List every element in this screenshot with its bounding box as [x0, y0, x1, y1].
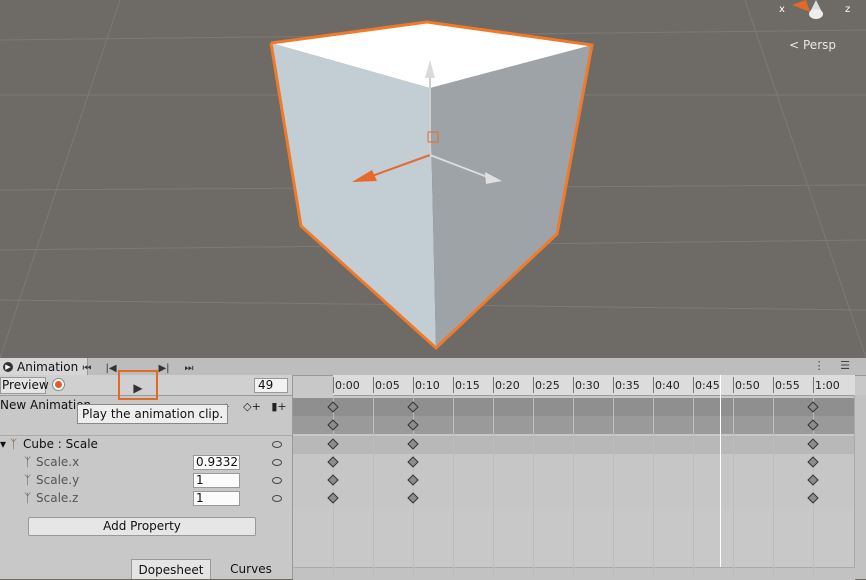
ruler-tick-label: 0:15 — [455, 379, 480, 392]
ruler-tick-line — [653, 377, 654, 393]
cube-scale-keyframe-row[interactable] — [293, 436, 855, 454]
timeline-grid-line — [493, 395, 494, 579]
ruler-tick-line — [613, 377, 614, 393]
last-keyframe-icon[interactable]: ⏭ — [178, 358, 200, 378]
ruler-tick-line — [453, 377, 454, 393]
scale-z-keyframe-row[interactable] — [293, 490, 855, 508]
ruler-tick-line — [413, 377, 414, 393]
animation-icon: ▶ — [3, 361, 13, 372]
perspective-toggle[interactable]: < Persp — [789, 38, 836, 52]
scale-x-keyframe-row[interactable] — [293, 454, 855, 472]
visibility-icon[interactable] — [272, 459, 282, 466]
ruler-tick-line — [693, 377, 694, 393]
ruler-tick-label: 0:20 — [495, 379, 520, 392]
scale-x-input[interactable]: 0.93329 — [193, 455, 240, 470]
cube-right-face — [430, 45, 592, 348]
ruler-tick-label: 0:30 — [575, 379, 600, 392]
ruler-tick-label: 0:05 — [375, 379, 400, 392]
ruler-tick-label: 0:40 — [655, 379, 680, 392]
property-label: Scale.z — [36, 491, 79, 505]
playhead[interactable] — [720, 375, 721, 579]
timeline-grid-line — [573, 395, 574, 579]
preview-button[interactable]: Preview — [0, 377, 49, 394]
property-row-cube-scale[interactable]: ▾ ᛉ Cube : Scale — [0, 436, 293, 454]
ruler-tick-line — [813, 377, 814, 393]
add-event-icon[interactable]: ▮+ — [268, 398, 290, 415]
timeline-grid-line — [613, 395, 614, 579]
timeline-grid-line — [533, 395, 534, 579]
clip-keyframe-row[interactable] — [293, 416, 855, 434]
ruler-tick-label: 0:45 — [695, 379, 720, 392]
ruler-tick-label: 0:25 — [535, 379, 560, 392]
play-button-highlight — [118, 370, 158, 400]
ruler-tick-label: 1:00 — [815, 379, 840, 392]
property-label: Scale.y — [36, 473, 80, 487]
transform-icon: ᛉ — [24, 473, 32, 487]
visibility-icon[interactable] — [272, 495, 282, 502]
ruler-tick-label: 0:50 — [735, 379, 760, 392]
timeline-grid-line — [693, 395, 694, 579]
add-property-button[interactable]: Add Property — [28, 517, 256, 536]
ruler-tick-label: 0:55 — [775, 379, 800, 392]
timeline-grid-line — [373, 395, 374, 579]
expand-arrow-icon[interactable]: ▾ — [0, 437, 6, 451]
visibility-icon[interactable] — [272, 477, 282, 484]
summary-keyframe-row[interactable] — [293, 398, 855, 416]
tab-animation[interactable]: ▶ Animation — [0, 358, 88, 375]
timeline-grid-line — [733, 395, 734, 579]
ruler-tick-line — [773, 377, 774, 393]
property-label: Scale.x — [36, 455, 80, 469]
ruler-tick-line — [573, 377, 574, 393]
add-key-icon[interactable]: ◇+ — [241, 398, 263, 415]
property-label: Cube : Scale — [23, 437, 98, 451]
record-button[interactable] — [52, 378, 65, 391]
timeline-grid-line — [453, 395, 454, 579]
timeline-grid-line — [773, 395, 774, 579]
gizmo-axis-x[interactable]: x — [779, 4, 785, 15]
ruler-tick-label: 0:10 — [415, 379, 440, 392]
property-row-scale-z[interactable]: ᛉ Scale.z 1 — [0, 490, 293, 508]
scale-z-input[interactable]: 1 — [193, 491, 240, 506]
ruler-tick-label: 0:00 — [335, 379, 360, 392]
window-menu-icon[interactable]: ⋮ ☰ — [814, 359, 856, 372]
horizontal-scrollbar[interactable] — [293, 567, 855, 580]
scale-y-input[interactable]: 1 — [193, 473, 240, 488]
tab-curves[interactable]: Curves — [217, 559, 285, 579]
ruler-tick-line — [333, 377, 334, 393]
scene-view[interactable]: x z < Persp — [0, 0, 866, 358]
first-keyframe-icon[interactable]: ⏮ — [76, 358, 98, 378]
ruler-tick-label: 0:35 — [615, 379, 640, 392]
ruler-tick-line — [373, 377, 374, 393]
transform-icon: ᛉ — [10, 437, 18, 451]
visibility-icon[interactable] — [272, 441, 282, 448]
ruler-tick-line — [533, 377, 534, 393]
ruler-tick-line — [493, 377, 494, 393]
frame-field[interactable]: 49 — [254, 378, 288, 393]
scale-y-keyframe-row[interactable] — [293, 472, 855, 490]
transform-icon: ᛉ — [24, 455, 32, 469]
property-row-scale-y[interactable]: ᛉ Scale.y 1 — [0, 472, 293, 490]
vertical-scrollbar[interactable] — [854, 395, 866, 579]
perspective-label: Persp — [803, 38, 836, 52]
gizmo-axis-z[interactable]: z — [845, 4, 850, 15]
ruler-tick-line — [733, 377, 734, 393]
property-row-scale-x[interactable]: ᛉ Scale.x 0.93329 — [0, 454, 293, 472]
timeline-grid-line — [653, 395, 654, 579]
play-tooltip: Play the animation clip. — [77, 404, 229, 424]
transform-icon: ᛉ — [24, 491, 32, 505]
tab-dopesheet[interactable]: Dopesheet — [131, 559, 211, 579]
tab-animation-label: Animation — [17, 359, 79, 374]
scene-canvas — [0, 0, 866, 358]
